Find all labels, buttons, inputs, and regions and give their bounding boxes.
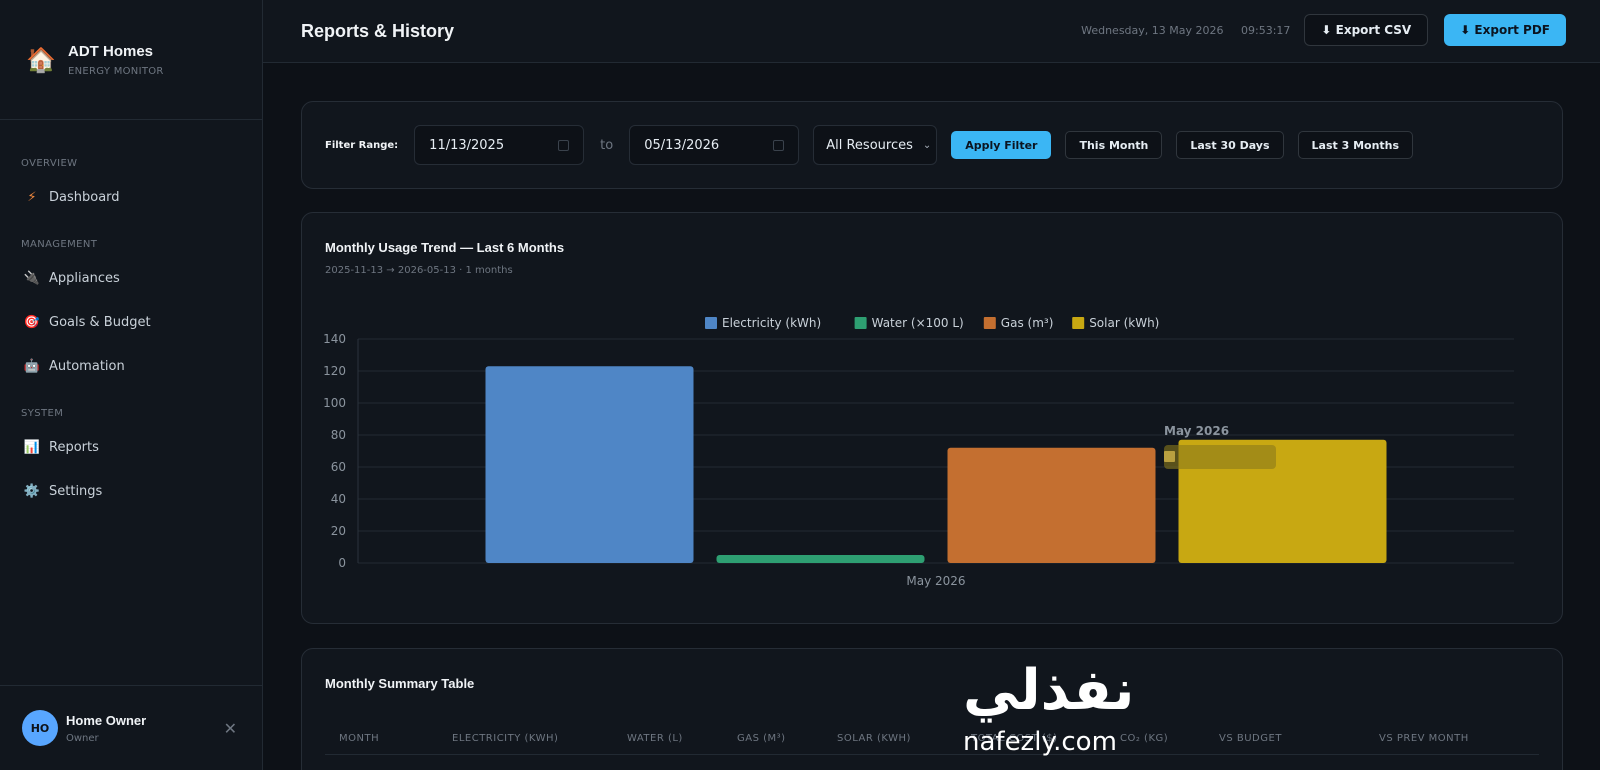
sidebar-item-dashboard[interactable]: ⚡ Dashboard — [0, 177, 262, 217]
last-3-months-button[interactable]: Last 3 Months — [1297, 131, 1414, 159]
time-text: 09:53:17 — [1241, 23, 1291, 37]
user-name: Home Owner — [66, 712, 147, 728]
nav-section-system: SYSTEM — [21, 408, 64, 419]
table-column-header: MONTH — [339, 733, 380, 744]
legend-label: Solar (kWh) — [1089, 316, 1159, 330]
from-date-input[interactable]: 11/13/2025 — [414, 125, 585, 165]
y-tick-label: 140 — [323, 332, 346, 346]
brand-subtitle: ENERGY MONITOR — [68, 65, 164, 77]
sidebar-item-label: Reports — [49, 439, 99, 455]
table-column-header: GAS (M³) — [737, 733, 786, 744]
avatar[interactable]: HO — [22, 710, 58, 746]
legend-label: Gas (m³) — [1001, 316, 1054, 330]
sidebar-item-label: Dashboard — [49, 189, 120, 205]
nav-section-overview: OVERVIEW — [21, 158, 78, 169]
tooltip-swatch — [1164, 451, 1175, 462]
y-tick-label: 100 — [323, 396, 346, 410]
y-tick-label: 40 — [331, 492, 346, 506]
legend-swatch — [705, 317, 717, 329]
resource-select-value: All Resources — [826, 137, 913, 153]
brand: 🏠 ADT Homes ENERGY MONITOR — [0, 0, 262, 120]
chart-card: Monthly Usage Trend — Last 6 Months 2025… — [301, 212, 1563, 624]
y-tick-label: 60 — [331, 460, 346, 474]
watermark-latin: nafezly.com — [963, 727, 1117, 757]
this-month-button[interactable]: This Month — [1065, 131, 1163, 159]
main-content: Reports & History Wednesday, 13 May 2026… — [263, 0, 1600, 770]
calendar-icon[interactable] — [773, 139, 785, 151]
last-30-days-button[interactable]: Last 30 Days — [1176, 131, 1284, 159]
bar-gas — [947, 447, 1156, 563]
to-date-value: 05/13/2026 — [644, 137, 720, 153]
from-date-value: 11/13/2025 — [429, 137, 505, 153]
legend-label: Electricity (kWh) — [722, 316, 821, 330]
house-icon: 🏠 — [26, 45, 56, 74]
sidebar-item-label: Appliances — [49, 270, 120, 286]
sidebar-item-appliances[interactable]: 🔌 Appliances — [0, 258, 262, 298]
summary-table-card: Monthly Summary Table MONTH ELECTRICITY (… — [301, 648, 1563, 770]
table-column-header: WATER (L) — [627, 733, 683, 744]
topbar: Reports & History Wednesday, 13 May 2026… — [263, 0, 1600, 63]
chevron-down-icon: ⌄ — [922, 139, 932, 151]
legend-label: Water (×100 L) — [872, 316, 964, 330]
x-tick-label: May 2026 — [906, 574, 965, 588]
bar-chart-icon: 📊 — [23, 439, 41, 455]
sidebar-item-automation[interactable]: 🤖 Automation — [0, 346, 262, 386]
bar-water — [716, 555, 925, 563]
watermark-arabic: نفذلي — [963, 658, 1136, 723]
apply-filter-button[interactable]: Apply Filter — [951, 131, 1052, 159]
sidebar-item-label: Automation — [49, 358, 125, 374]
sidebar-item-goals-budget[interactable]: 🎯 Goals & Budget — [0, 302, 262, 342]
target-icon: 🎯 — [23, 314, 41, 330]
table-column-header: VS PREV MONTH — [1379, 733, 1469, 744]
table-column-header: VS BUDGET — [1219, 733, 1282, 744]
y-tick-label: 0 — [338, 556, 346, 570]
close-icon[interactable]: ✕ — [224, 719, 237, 738]
sidebar-item-label: Goals & Budget — [49, 314, 151, 330]
sidebar-item-settings[interactable]: ⚙️ Settings — [0, 471, 262, 511]
sidebar-item-reports[interactable]: 📊 Reports — [0, 427, 262, 467]
tooltip-title: May 2026 — [1164, 424, 1229, 438]
export-csv-button[interactable]: ⬇ Export CSV — [1304, 14, 1429, 46]
table-column-header: ELECTRICITY (KWH) — [452, 733, 559, 744]
robot-icon: 🤖 — [23, 358, 41, 374]
table-header: MONTH ELECTRICITY (KWH) WATER (L) GAS (M³) S… — [325, 727, 1539, 755]
y-tick-label: 120 — [323, 364, 346, 378]
nav-section-management: MANAGEMENT — [21, 239, 98, 250]
table-title: Monthly Summary Table — [325, 676, 475, 691]
page-title: Reports & History — [301, 20, 455, 41]
to-label: to — [600, 137, 614, 153]
user-profile: HO Home Owner Owner ✕ — [0, 685, 263, 770]
y-tick-label: 20 — [331, 524, 346, 538]
export-pdf-button[interactable]: ⬇ Export PDF — [1444, 14, 1566, 46]
legend-swatch — [854, 317, 867, 329]
user-role: Owner — [66, 732, 99, 744]
table-column-header: SOLAR (KWH) — [837, 733, 911, 744]
lightning-icon: ⚡ — [27, 189, 37, 205]
tooltip-box — [1164, 445, 1276, 469]
sidebar-item-label: Settings — [49, 483, 103, 499]
sidebar: 🏠 ADT Homes ENERGY MONITOR OVERVIEW ⚡ Da… — [0, 0, 263, 770]
y-tick-label: 80 — [331, 428, 346, 442]
watermark: نفذلي nafezly.com — [963, 658, 1136, 757]
brand-title: ADT Homes — [68, 42, 154, 60]
usage-bar-chart: 0 20 40 60 80 100 120 140 May 2026 Electricity (k… — [323, 316, 1514, 588]
current-date: Wednesday, 13 May 2026 09:53:17 — [1081, 24, 1290, 37]
date-text: Wednesday, 13 May 2026 — [1081, 23, 1224, 37]
gear-icon: ⚙️ — [23, 483, 41, 499]
filter-card: Filter Range: 11/13/2025 to 05/13/2026 A… — [301, 101, 1563, 189]
legend-swatch — [1072, 317, 1085, 329]
bar-electricity — [485, 366, 694, 563]
filter-label: Filter Range: — [325, 139, 399, 151]
to-date-input[interactable]: 05/13/2026 — [629, 125, 800, 165]
calendar-icon[interactable] — [558, 139, 570, 151]
plug-icon: 🔌 — [23, 270, 41, 286]
resource-select[interactable]: All Resources ⌄ — [813, 125, 938, 165]
legend-swatch — [983, 317, 996, 329]
